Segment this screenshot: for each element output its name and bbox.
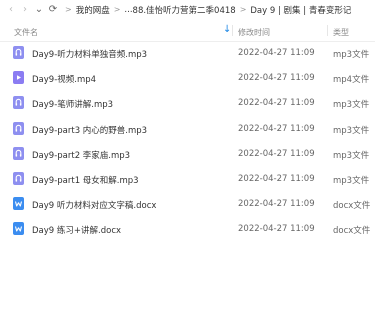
breadcrumb-root[interactable]: 我的网盘 xyxy=(73,4,113,16)
file-type: mp3文件 xyxy=(333,151,370,161)
file-name[interactable]: Day9-part1 母女和解.mp3 xyxy=(32,174,139,186)
file-date: 2022-04-27 11:09 xyxy=(238,149,315,159)
file-name[interactable]: Day9 听力材料对应文字稿.docx xyxy=(32,199,156,211)
breadcrumb-folder[interactable]: 88.佳怡听力营第二季0418 xyxy=(133,4,239,16)
breadcrumb-current[interactable]: Day 9 | 剧集 | 青春变形记 xyxy=(247,4,354,16)
file-row[interactable]: Day9-听力材料单独音频.mp3 2022-04-27 11:09 mp3文件 xyxy=(0,41,375,65)
file-row[interactable]: Day9-part3 内心的野兽.mp3 2022-04-27 11:09 mp… xyxy=(0,117,375,141)
file-row[interactable]: Day9-part1 母女和解.mp3 2022-04-27 11:09 mp3… xyxy=(0,167,375,191)
file-date: 2022-04-27 11:09 xyxy=(238,124,315,134)
file-row[interactable]: Day9-视频.mp4 2022-04-27 11:09 mp4文件 xyxy=(0,66,375,90)
file-type: docx文件 xyxy=(333,226,371,236)
file-row[interactable]: Day9 练习+讲解.docx 2022-04-27 11:09 docx文件 xyxy=(0,217,375,241)
sort-arrow-icon[interactable]: ↓ xyxy=(223,24,231,35)
file-type: docx文件 xyxy=(333,201,371,211)
file-name[interactable]: Day9 练习+讲解.docx xyxy=(32,224,121,236)
file-date: 2022-04-27 11:09 xyxy=(238,199,315,209)
forward-button[interactable]: › xyxy=(18,4,32,15)
toolbar: ‹ › ⌄ ⟳ > 我的网盘 > ... 88.佳怡听力营第二季0418 > D… xyxy=(0,0,375,19)
file-name[interactable]: Day9-part3 内心的野兽.mp3 xyxy=(32,124,147,136)
breadcrumb-separator: > xyxy=(239,5,247,14)
file-date: 2022-04-27 11:09 xyxy=(238,98,315,108)
file-type: mp3文件 xyxy=(333,176,370,186)
file-row[interactable]: Day9-笔师讲解.mp3 2022-04-27 11:09 mp3文件 xyxy=(0,91,375,115)
history-dropdown-icon[interactable]: ⌄ xyxy=(32,4,46,15)
audio-file-icon xyxy=(13,172,24,185)
file-type: mp3文件 xyxy=(333,100,370,110)
word-doc-icon xyxy=(13,197,24,210)
file-date: 2022-04-27 11:09 xyxy=(238,73,315,83)
video-file-icon xyxy=(13,71,24,84)
file-name[interactable]: Day9-听力材料单独音频.mp3 xyxy=(32,48,147,60)
file-name[interactable]: Day9-视频.mp4 xyxy=(32,73,96,85)
audio-file-icon xyxy=(13,147,24,160)
column-name[interactable]: 文件名 xyxy=(14,27,38,38)
file-type: mp3文件 xyxy=(333,50,370,60)
word-doc-icon xyxy=(13,222,24,235)
back-button[interactable]: ‹ xyxy=(4,4,18,15)
file-name[interactable]: Day9-part2 李家庙.mp3 xyxy=(32,149,130,161)
column-date[interactable]: 修改时间 xyxy=(238,27,270,38)
file-date: 2022-04-27 11:09 xyxy=(238,48,315,58)
file-row[interactable]: Day9-part2 李家庙.mp3 2022-04-27 11:09 mp3文… xyxy=(0,142,375,166)
audio-file-icon xyxy=(13,46,24,59)
file-type: mp4文件 xyxy=(333,75,370,85)
file-type: mp3文件 xyxy=(333,126,370,136)
refresh-icon[interactable]: ⟳ xyxy=(46,4,60,15)
audio-file-icon xyxy=(13,96,24,109)
file-date: 2022-04-27 11:09 xyxy=(238,224,315,234)
audio-file-icon xyxy=(13,122,24,135)
file-row[interactable]: Day9 听力材料对应文字稿.docx 2022-04-27 11:09 doc… xyxy=(0,192,375,216)
breadcrumb-ellipsis[interactable]: ... xyxy=(121,5,132,15)
file-name[interactable]: Day9-笔师讲解.mp3 xyxy=(32,98,113,110)
column-header: 文件名 ↓ 修改时间 类型 xyxy=(0,21,375,42)
file-date: 2022-04-27 11:09 xyxy=(238,174,315,184)
column-divider[interactable] xyxy=(232,25,233,36)
column-divider[interactable] xyxy=(327,25,328,36)
column-type[interactable]: 类型 xyxy=(333,27,349,38)
breadcrumb-separator: > xyxy=(113,5,121,14)
breadcrumb-separator: > xyxy=(65,5,72,14)
